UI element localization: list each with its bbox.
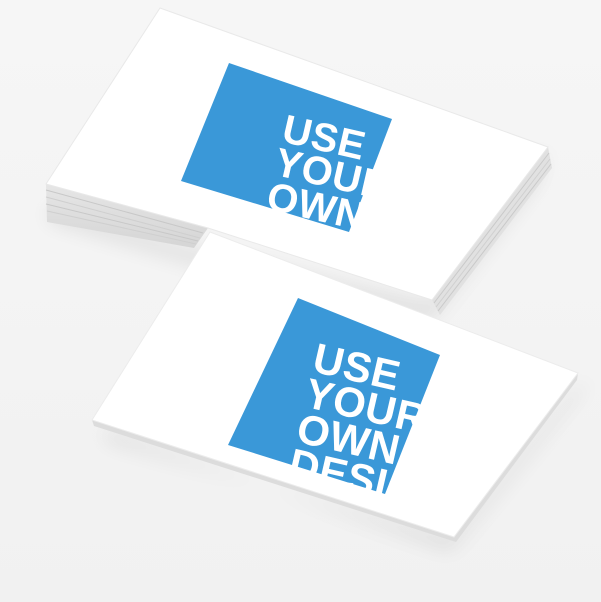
business-card-stack-illustration (45, 7, 590, 548)
product-mockup: USE YOUR OWN DESIGN USE YOUR OWN DESIGN (0, 0, 601, 602)
